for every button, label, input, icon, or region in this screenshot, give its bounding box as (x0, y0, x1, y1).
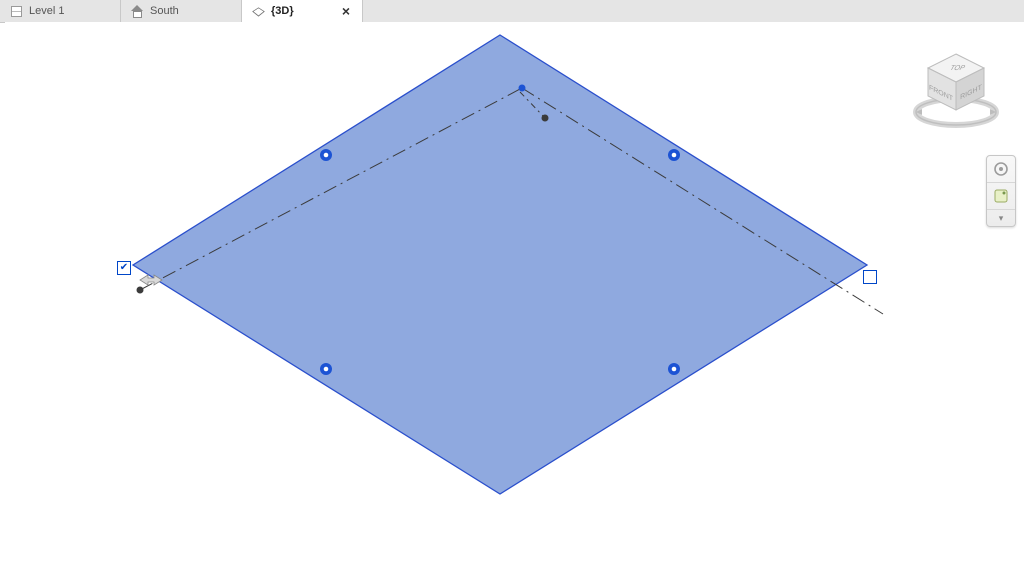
navigation-bar: ▾ (986, 155, 1016, 227)
edge-grip[interactable] (320, 149, 332, 161)
close-tab-button[interactable]: × (340, 4, 352, 18)
tab-label: Level 1 (29, 5, 64, 17)
plan-view-icon (10, 5, 23, 18)
edge-grip[interactable] (668, 149, 680, 161)
datum-visibility-checkbox-left[interactable]: ✔ (117, 261, 131, 275)
nav-wheel-button[interactable] (987, 183, 1015, 210)
tab-label: {3D} (271, 5, 294, 17)
view-tab-bar: Level 1 South {3D} × (0, 0, 1024, 23)
view-cube[interactable]: TOP FRONT RIGHT (910, 50, 1002, 130)
tab-label: South (150, 5, 179, 17)
tab-3d[interactable]: {3D} × (242, 0, 363, 22)
tab-south[interactable]: South (121, 0, 242, 22)
3d-view-canvas[interactable]: ✔ (5, 22, 1024, 561)
nav-expand-button[interactable]: ▾ (987, 210, 1015, 226)
edge-grip[interactable] (320, 363, 332, 375)
datum-visibility-checkbox-right[interactable] (863, 270, 877, 284)
drag-arrows-icon[interactable] (138, 272, 164, 288)
chevron-down-icon: ▾ (999, 213, 1004, 224)
steering-wheel-icon (993, 188, 1009, 204)
nav-home-button[interactable] (987, 156, 1015, 183)
house-icon (993, 161, 1009, 177)
3d-scene (5, 22, 1024, 561)
elevation-view-icon (131, 5, 144, 18)
edge-grip[interactable] (668, 363, 680, 375)
floor-element[interactable] (133, 35, 867, 494)
3d-view-icon (252, 5, 265, 18)
tab-level1[interactable]: Level 1 (0, 0, 121, 22)
